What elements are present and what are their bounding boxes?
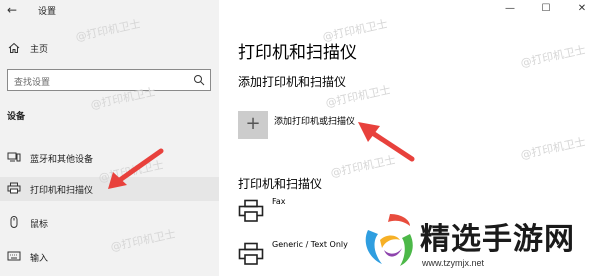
printers-section-title: 打印机和扫描仪 bbox=[238, 177, 323, 191]
minimize-icon[interactable]: — bbox=[492, 0, 528, 22]
add-printer-button[interactable]: + bbox=[238, 111, 268, 139]
logo-text: 精选手游网 bbox=[420, 222, 575, 257]
window-controls: — ☐ ✕ bbox=[490, 0, 600, 22]
sidebar-item-label: 输入 bbox=[30, 254, 49, 264]
sidebar-item-label: 打印机和扫描仪 bbox=[30, 186, 94, 196]
back-arrow-icon[interactable]: ← bbox=[7, 3, 17, 17]
maximize-icon[interactable]: ☐ bbox=[528, 0, 564, 22]
title-bar: ← 设置 bbox=[0, 0, 219, 22]
printer-icon bbox=[238, 199, 264, 222]
bluetooth-devices-icon bbox=[7, 152, 21, 162]
sidebar: ← 设置 主页 查找设置 设备 蓝牙和其他设备 打印机和扫描仪 鼠标 输入 bbox=[0, 0, 219, 276]
annotation-arrow bbox=[358, 122, 415, 162]
close-icon[interactable]: ✕ bbox=[564, 0, 600, 22]
app-title: 设置 bbox=[38, 7, 57, 17]
printer-name: Generic / Text Only bbox=[272, 240, 348, 249]
site-logo: 精选手游网 www.tzymjx.net bbox=[354, 206, 600, 276]
sidebar-item-input[interactable]: 输入 bbox=[0, 245, 219, 269]
page-title: 打印机和扫描仪 bbox=[238, 43, 357, 63]
add-printer-label[interactable]: 添加打印机或扫描仪 bbox=[274, 114, 355, 127]
search-placeholder: 查找设置 bbox=[14, 78, 51, 88]
logo-icon bbox=[365, 214, 413, 266]
plus-icon: + bbox=[245, 113, 261, 134]
logo-url: www.tzymjx.net bbox=[422, 258, 485, 268]
sidebar-item-label: 鼠标 bbox=[30, 220, 49, 230]
search-input[interactable]: 查找设置 bbox=[7, 69, 211, 91]
add-section-title: 添加打印机和扫描仪 bbox=[238, 75, 347, 89]
sidebar-section-title: 设备 bbox=[7, 112, 26, 122]
settings-window: ← 设置 主页 查找设置 设备 蓝牙和其他设备 打印机和扫描仪 鼠标 输入 — … bbox=[0, 0, 600, 276]
nav-home[interactable]: 主页 bbox=[0, 38, 219, 60]
sidebar-item-mouse[interactable]: 鼠标 bbox=[0, 211, 219, 235]
nav-home-label: 主页 bbox=[30, 45, 49, 55]
printer-icon bbox=[238, 242, 264, 265]
printer-icon bbox=[7, 182, 21, 194]
annotation-arrow bbox=[108, 148, 164, 189]
keyboard-icon bbox=[7, 251, 21, 261]
printer-name: Fax bbox=[272, 197, 286, 206]
mouse-icon bbox=[10, 216, 18, 228]
sidebar-item-label: 蓝牙和其他设备 bbox=[30, 155, 94, 165]
search-icon[interactable] bbox=[193, 74, 205, 86]
home-icon bbox=[8, 42, 20, 53]
